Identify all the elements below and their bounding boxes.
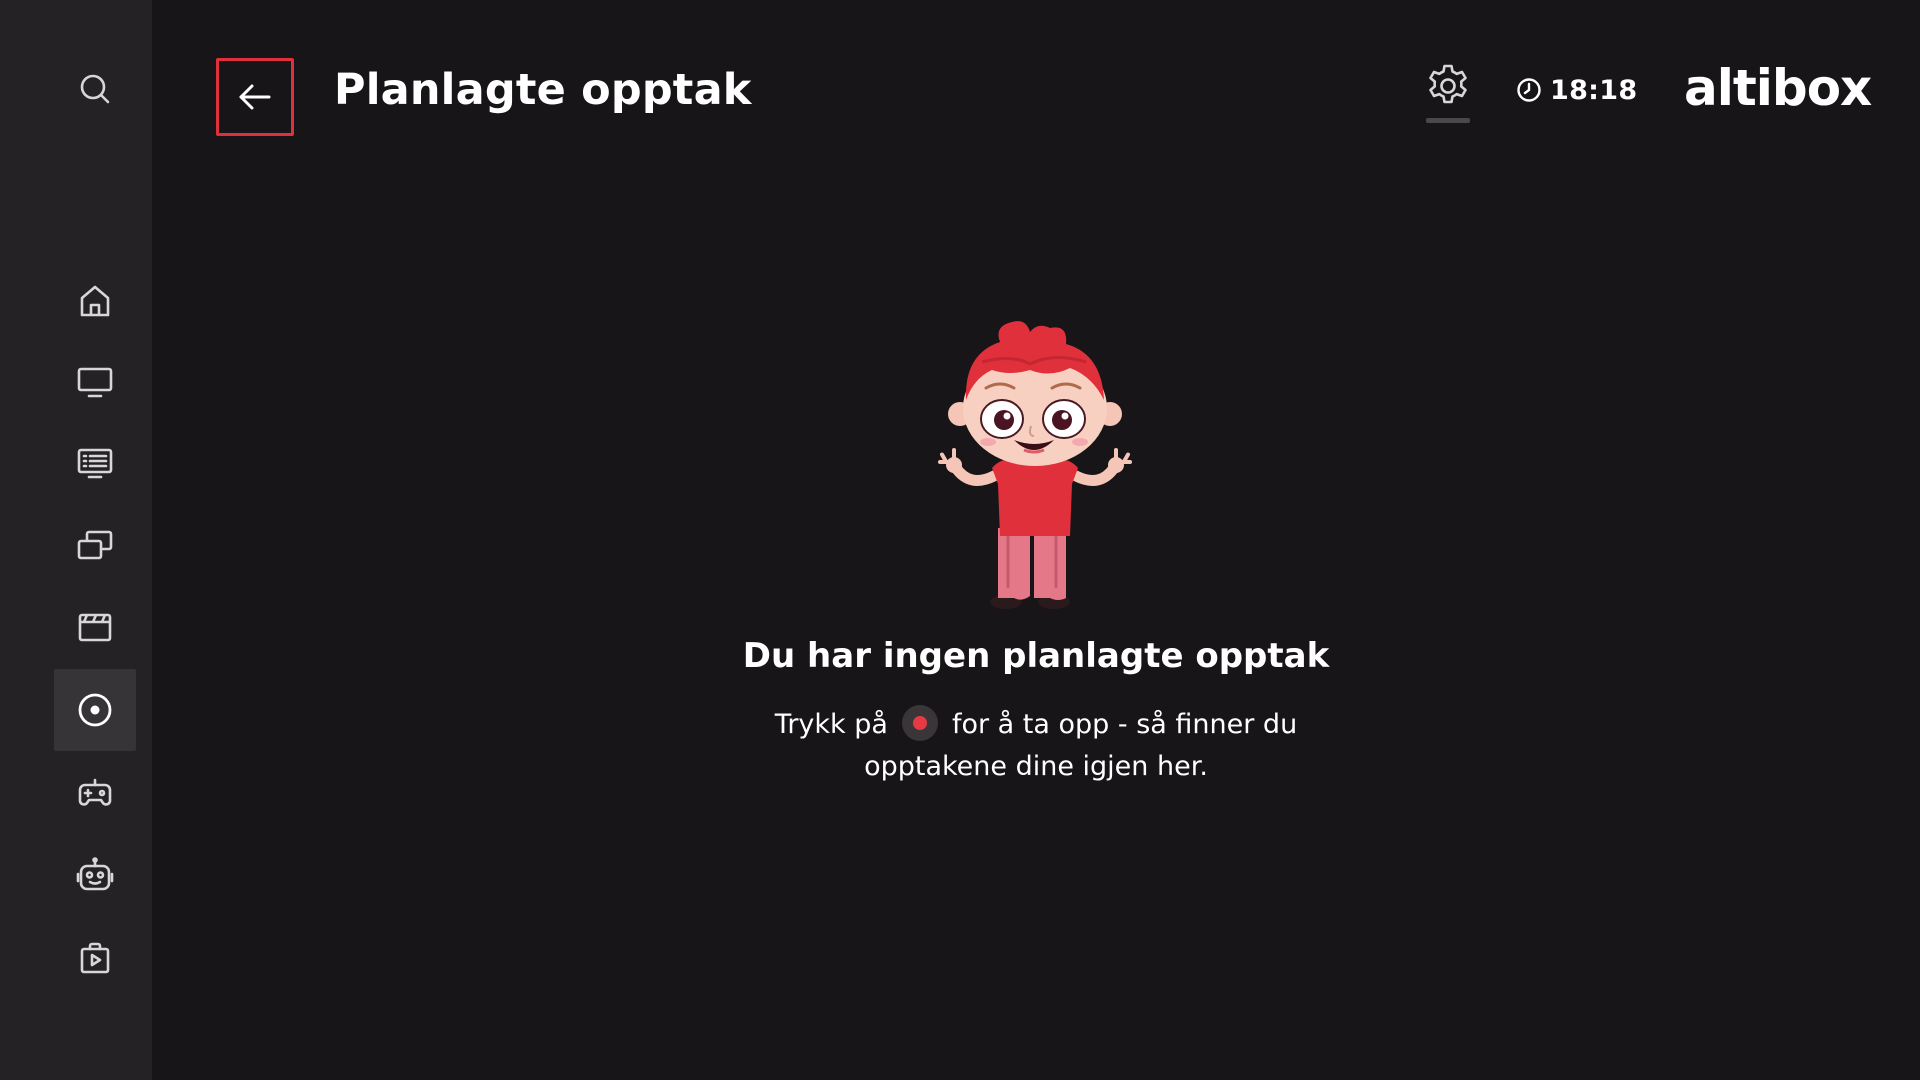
empty-state-desc-before: Trykk på — [774, 709, 888, 740]
clock-time: 18:18 — [1550, 74, 1638, 106]
sidebar — [0, 0, 152, 1080]
sidebar-item-store[interactable] — [54, 916, 136, 998]
sidebar-item-tv-guide[interactable] — [54, 422, 136, 504]
search-icon — [80, 74, 110, 104]
games-icon — [78, 778, 112, 806]
sidebar-item-search[interactable] — [54, 48, 136, 130]
tv-icon — [77, 367, 113, 398]
sidebar-item-home[interactable] — [54, 260, 136, 342]
tv-guide-icon — [77, 448, 113, 479]
sidebar-item-games[interactable] — [54, 752, 136, 834]
store-icon — [80, 942, 110, 974]
recordings-icon — [78, 693, 112, 727]
sidebar-item-catchup[interactable] — [54, 504, 136, 586]
home-icon — [80, 285, 110, 317]
sidebar-item-kids[interactable] — [54, 834, 136, 916]
sidebar-item-movies[interactable] — [54, 586, 136, 668]
mascot-illustration — [938, 321, 1132, 609]
page-title: Planlagte opptak — [334, 65, 752, 115]
clock: 18:18 — [1516, 72, 1637, 108]
settings-focus-indicator — [1426, 118, 1470, 123]
sidebar-item-recordings[interactable] — [54, 669, 136, 751]
catchup-icon — [77, 530, 113, 560]
empty-state-description: Trykk på for å ta opp - så finner du oppt… — [720, 704, 1352, 788]
gear-icon — [1429, 64, 1467, 104]
clock-icon — [1517, 78, 1541, 102]
kids-icon — [76, 857, 114, 891]
movies-icon — [78, 613, 112, 642]
app-root: Planlagte opptak 18:18 altibox Du har in… — [0, 0, 1920, 1080]
empty-state-title: Du har ingen planlagte opptak — [742, 636, 1330, 676]
sidebar-item-tv[interactable] — [54, 341, 136, 423]
settings-button[interactable] — [1424, 62, 1472, 126]
altibox-logo: altibox — [1684, 59, 1872, 117]
back-button[interactable] — [216, 58, 294, 136]
record-button-icon — [901, 704, 938, 741]
arrow-left-icon — [239, 84, 271, 110]
